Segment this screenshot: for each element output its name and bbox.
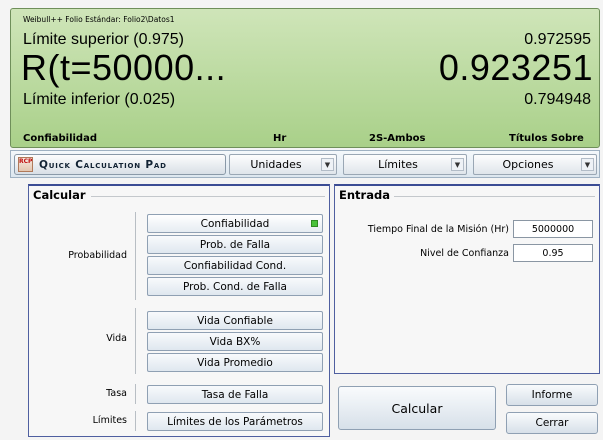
confidence-level-input[interactable]: 0.95 xyxy=(513,244,593,262)
options-dropdown[interactable]: Opciones ▼ xyxy=(473,154,597,175)
limites-parametros-button[interactable]: Límites de los Parámetros xyxy=(147,412,323,431)
calcular-group-title: Calcular xyxy=(33,188,90,202)
quick-calculation-pad-button[interactable]: RCP Quick Calculation Pad xyxy=(14,154,226,175)
entrada-title-rule xyxy=(393,196,595,197)
confiabilidad-label: Confiabilidad xyxy=(200,217,270,230)
status-metric: Confiabilidad xyxy=(23,133,97,144)
selected-indicator-icon xyxy=(311,220,318,227)
result-value: 0.923251 xyxy=(438,47,593,88)
informe-button-label: Informe xyxy=(531,389,573,401)
prob-falla-button[interactable]: Prob. de Falla xyxy=(147,235,323,254)
limites-separator xyxy=(135,411,136,431)
calcular-title-rule xyxy=(91,196,325,197)
bounds-dropdown[interactable]: Límites ▼ xyxy=(343,154,467,175)
chevron-down-icon: ▼ xyxy=(321,158,334,171)
lower-bound-value: 0.794948 xyxy=(524,91,591,108)
confiabilidad-cond-label: Confiabilidad Cond. xyxy=(183,259,287,272)
row-label-probabilidad: Probabilidad xyxy=(68,250,127,261)
vida-promedio-label: Vida Promedio xyxy=(197,356,273,369)
prob-falla-label: Prob. de Falla xyxy=(199,238,271,251)
rcp-logo-icon: RCP xyxy=(18,157,33,172)
units-dropdown[interactable]: Unidades ▼ xyxy=(229,154,337,175)
tasa-separator xyxy=(135,384,136,404)
quick-calculation-pad-label: Quick Calculation Pad xyxy=(39,158,167,171)
chevron-down-icon: ▼ xyxy=(581,158,594,171)
limites-parametros-label: Límites de los Parámetros xyxy=(167,415,303,428)
status-titles: Títulos Sobre xyxy=(509,133,584,144)
units-dropdown-label: Unidades xyxy=(250,158,302,171)
confidence-level-label: Nivel de Confianza xyxy=(420,248,509,259)
calcular-group: Calcular Probabilidad Confiabilidad Prob… xyxy=(28,184,330,437)
results-display: Weibull++ Folio Estándar: Folio2\Datos1 … xyxy=(10,8,600,148)
bounds-dropdown-label: Límites xyxy=(378,158,418,171)
mission-time-input[interactable]: 5000000 xyxy=(513,220,593,238)
calcular-button[interactable]: Calcular xyxy=(338,386,496,430)
vida-bx-button[interactable]: Vida BX% xyxy=(147,332,323,351)
vida-confiable-button[interactable]: Vida Confiable xyxy=(147,311,323,330)
row-label-vida: Vida xyxy=(106,333,127,344)
folio-path: Weibull++ Folio Estándar: Folio2\Datos1 xyxy=(23,15,175,24)
result-label: R(t=50000... xyxy=(21,47,227,88)
mission-time-label: Tiempo Final de la Misión (Hr) xyxy=(367,224,509,235)
cerrar-button[interactable]: Cerrar xyxy=(506,412,598,434)
tasa-falla-button[interactable]: Tasa de Falla xyxy=(147,385,323,404)
confiabilidad-button[interactable]: Confiabilidad xyxy=(147,214,323,233)
row-label-limites: Límites xyxy=(92,415,127,426)
vida-separator xyxy=(135,308,136,374)
lower-bound-label: Límite inferior (0.025) xyxy=(23,91,176,108)
entrada-group: Entrada Tiempo Final de la Misión (Hr) 5… xyxy=(334,184,600,374)
prob-cond-falla-label: Prob. Cond. de Falla xyxy=(183,280,287,293)
vida-promedio-button[interactable]: Vida Promedio xyxy=(147,353,323,372)
entrada-group-title: Entrada xyxy=(339,188,394,202)
tasa-falla-label: Tasa de Falla xyxy=(201,388,269,401)
vida-confiable-label: Vida Confiable xyxy=(197,314,273,327)
informe-button[interactable]: Informe xyxy=(506,384,598,406)
vida-bx-label: Vida BX% xyxy=(209,335,261,348)
calcular-button-label: Calcular xyxy=(391,400,443,416)
chevron-down-icon: ▼ xyxy=(451,158,464,171)
status-unit: Hr xyxy=(273,133,287,144)
cerrar-button-label: Cerrar xyxy=(535,417,569,429)
confiabilidad-cond-button[interactable]: Confiabilidad Cond. xyxy=(147,256,323,275)
row-label-tasa: Tasa xyxy=(106,388,127,399)
toolbar: RCP Quick Calculation Pad Unidades ▼ Lím… xyxy=(10,150,600,178)
prob-cond-falla-button[interactable]: Prob. Cond. de Falla xyxy=(147,277,323,296)
status-bounds: 2S-Ambos xyxy=(369,133,426,144)
options-dropdown-label: Opciones xyxy=(502,158,554,171)
probabilidad-separator xyxy=(135,212,136,300)
